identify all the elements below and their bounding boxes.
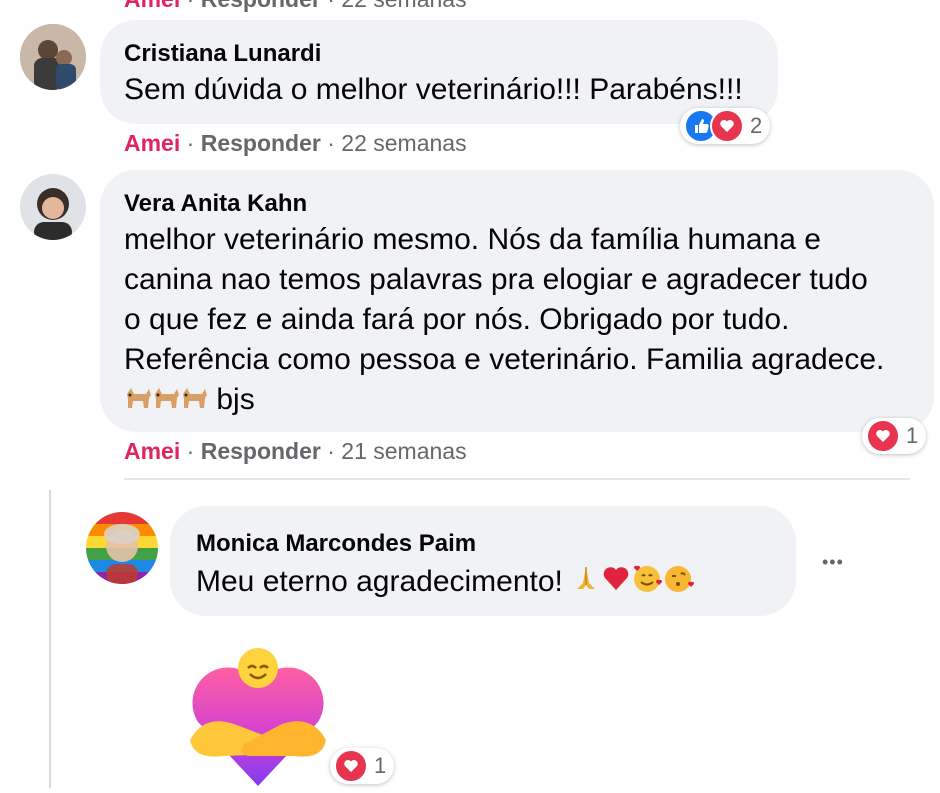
love-icon <box>710 109 744 143</box>
previous-comment-meta: Amei · Responder · 22 semanas <box>124 0 467 13</box>
comment-bubble: Cristiana Lunardi Sem dúvida o melhor ve… <box>100 20 778 124</box>
reply-text: Meu eterno agradecimento! <box>196 562 695 604</box>
reply-link[interactable]: Responder <box>201 0 321 12</box>
dog-emoji-icon <box>180 381 208 421</box>
reactions-summary[interactable]: 1 <box>862 418 927 454</box>
red-heart-icon <box>601 563 631 604</box>
avatar[interactable] <box>20 24 86 90</box>
reply-author[interactable]: Monica Marcondes Paim <box>196 530 476 558</box>
amei-link[interactable]: Amei <box>124 130 180 156</box>
comment-meta: Amei · Responder · 22 semanas <box>124 130 467 156</box>
dog-emoji-icon <box>152 381 180 421</box>
reaction-count: 1 <box>374 753 387 778</box>
comment-author[interactable]: Vera Anita Kahn <box>124 190 307 218</box>
face-blowing-kiss-icon <box>663 563 695 604</box>
comment-line: melhor veterinário mesmo. Nós da família… <box>124 223 821 256</box>
reply-link[interactable]: Responder <box>201 130 321 156</box>
comment-line-text: bjs <box>216 383 255 416</box>
amei-link[interactable]: Amei <box>124 0 180 12</box>
comment-time[interactable]: 22 semanas <box>341 0 466 12</box>
reply-bubble: Monica Marcondes Paim Meu eterno agradec… <box>170 506 796 616</box>
reactions-summary[interactable]: 1 <box>330 748 395 784</box>
reactions-summary[interactable]: 2 <box>680 108 771 144</box>
reaction-count: 1 <box>906 423 919 448</box>
comment-line: Referência como pessoa e veterinário. Fa… <box>124 343 885 376</box>
comment-line: canina nao temos palavras pra elogiar e … <box>124 263 868 296</box>
dog-emoji-icon <box>124 381 152 421</box>
comment-line: o que fez e ainda fará por nós. Obrigado… <box>124 303 790 336</box>
comment-time[interactable]: 22 semanas <box>341 130 466 156</box>
reply-thread-line <box>49 490 51 788</box>
reply-text-content: Meu eterno agradecimento! <box>196 565 563 598</box>
comment-author[interactable]: Cristiana Lunardi <box>124 40 321 68</box>
comment-line: bjs <box>124 380 884 421</box>
comment-time[interactable]: 21 semanas <box>341 438 466 464</box>
smiling-face-with-hearts-icon <box>631 563 663 604</box>
reaction-count: 2 <box>750 113 763 138</box>
love-icon <box>334 749 368 783</box>
divider <box>124 478 910 480</box>
reply-link[interactable]: Responder <box>201 438 321 464</box>
more-options-button[interactable]: ••• <box>822 552 844 573</box>
amei-link[interactable]: Amei <box>124 438 180 464</box>
comment-meta: Amei · Responder · 21 semanas <box>124 438 467 464</box>
avatar[interactable] <box>86 512 158 584</box>
love-icon <box>866 419 900 453</box>
avatar[interactable] <box>20 174 86 240</box>
comment-text: melhor veterinário mesmo. Nós da família… <box>124 220 884 421</box>
hugging-heart-sticker[interactable] <box>184 644 332 788</box>
praying-hands-icon <box>571 563 601 604</box>
comment-bubble: Vera Anita Kahn melhor veterinário mesmo… <box>100 170 934 432</box>
comment-text: Sem dúvida o melhor veterinário!!! Parab… <box>124 73 743 106</box>
